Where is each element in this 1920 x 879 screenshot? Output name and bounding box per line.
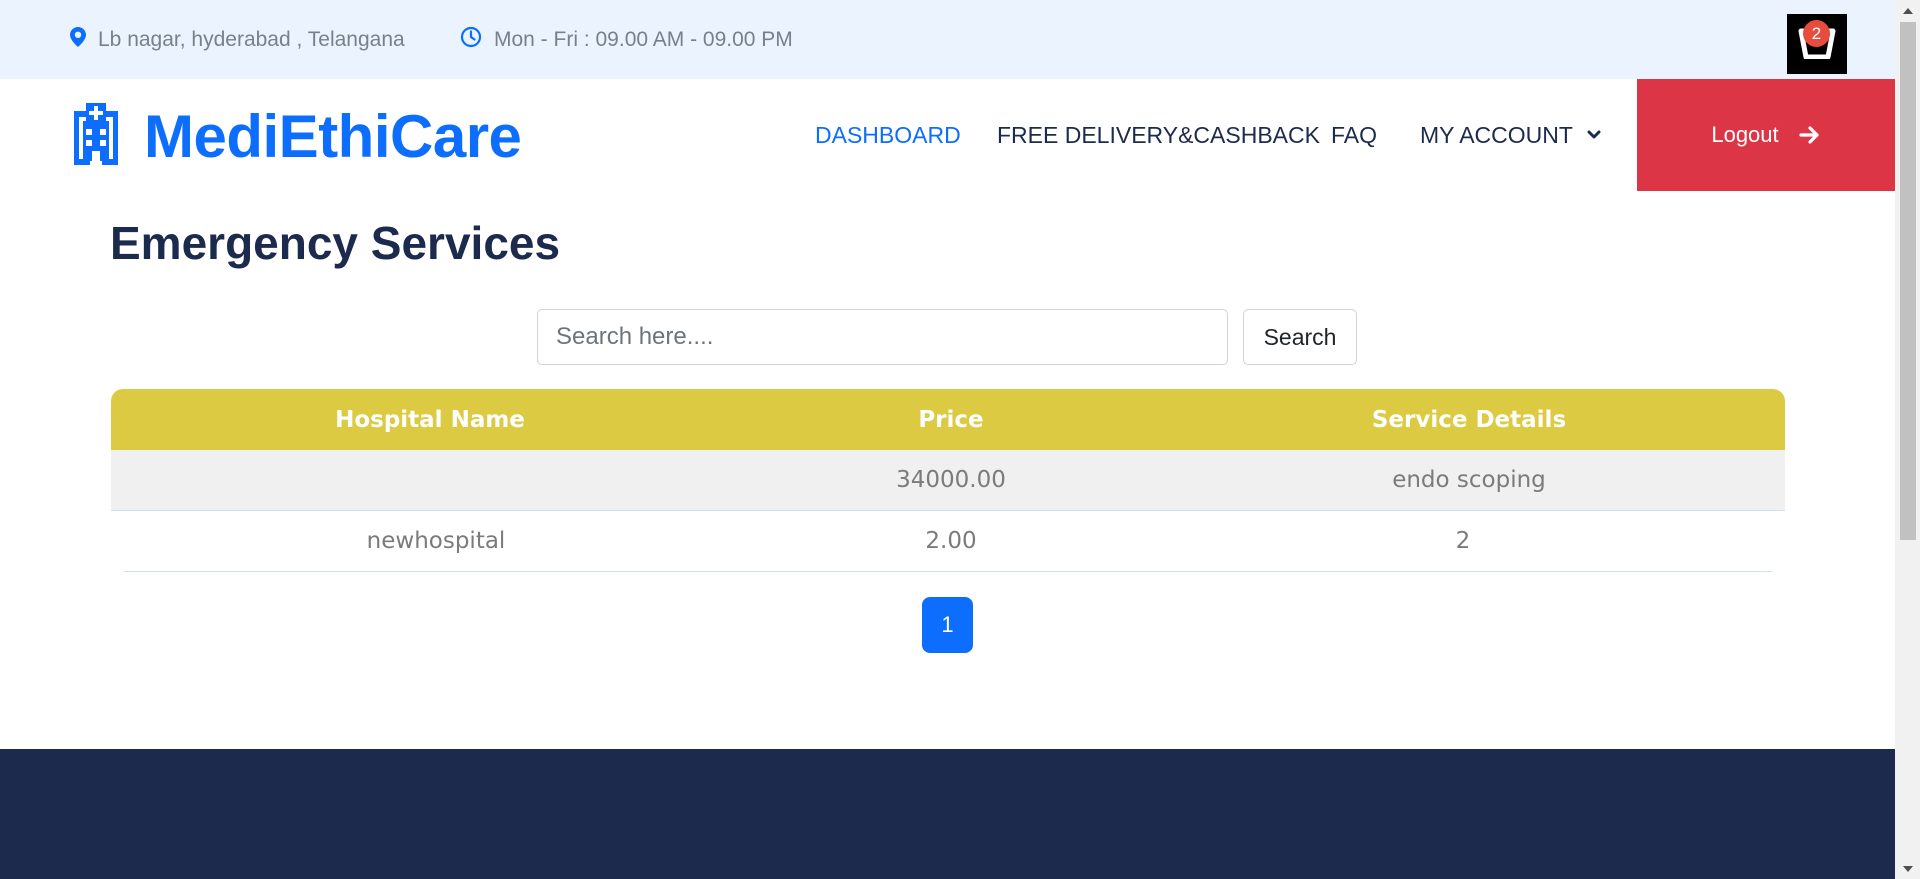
map-pin-icon [70,26,98,53]
chevron-down-icon [1587,130,1601,140]
clock-icon [460,26,494,54]
page: Lb nagar, hyderabad , Telangana Mon - Fr… [0,0,1895,879]
table-row: 34000.00 endo scoping [111,450,1785,511]
arrow-right-icon [1779,125,1821,145]
nav-my-account[interactable]: MY ACCOUNT [1420,79,1601,191]
column-header-price: Price [918,406,984,433]
scrollbar-thumb[interactable] [1900,22,1916,540]
cell-price: 2.00 [925,528,977,554]
search-input[interactable] [537,309,1228,365]
brand-logo[interactable]: MediEthiCare [70,101,522,171]
brand-name: MediEthiCare [144,102,522,170]
cell-hospital-name: newhospital [366,528,506,554]
cell-service-details: endo scoping [1392,467,1546,493]
scroll-down-arrow-icon[interactable] [1895,859,1920,879]
page-title: Emergency Services [110,217,561,269]
logout-label: Logout [1711,122,1779,147]
nav-free-delivery-cashback[interactable]: FREE DELIVERY&CASHBACK [997,79,1320,191]
cell-service-details: 2 [1455,528,1471,554]
services-table: Hospital Name Price Service Details 3400… [111,389,1785,572]
hours-text: Mon - Fri : 09.00 AM - 09.00 PM [494,27,793,51]
table-row: newhospital 2.00 2 [123,511,1773,572]
nav-dashboard[interactable]: DASHBOARD [815,79,961,191]
footer [0,749,1895,879]
cell-hospital-name [111,450,749,510]
column-header-service-details: Service Details [1371,406,1567,433]
nav-faq[interactable]: FAQ [1331,79,1377,191]
nav-my-account-label: MY ACCOUNT [1420,121,1573,148]
scroll-up-arrow-icon[interactable] [1895,0,1920,20]
column-header-hospital-name: Hospital Name [335,406,525,433]
search-button[interactable]: Search [1243,309,1357,365]
hospital-icon [70,103,122,169]
main-navbar: MediEthiCare DASHBOARD FREE DELIVERY&CAS… [0,79,1895,191]
cell-price: 34000.00 [896,467,1006,493]
logout-button[interactable]: Logout [1637,79,1895,191]
hours-info: Mon - Fri : 09.00 AM - 09.00 PM [460,0,793,79]
location-text: Lb nagar, hyderabad , Telangana [98,27,405,51]
cart-count-badge: 2 [1803,20,1830,47]
table-header: Hospital Name Price Service Details [111,389,1785,450]
location-info: Lb nagar, hyderabad , Telangana [70,0,405,79]
pagination-page-1[interactable]: 1 [922,597,973,653]
top-info-bar: Lb nagar, hyderabad , Telangana Mon - Fr… [0,0,1895,79]
